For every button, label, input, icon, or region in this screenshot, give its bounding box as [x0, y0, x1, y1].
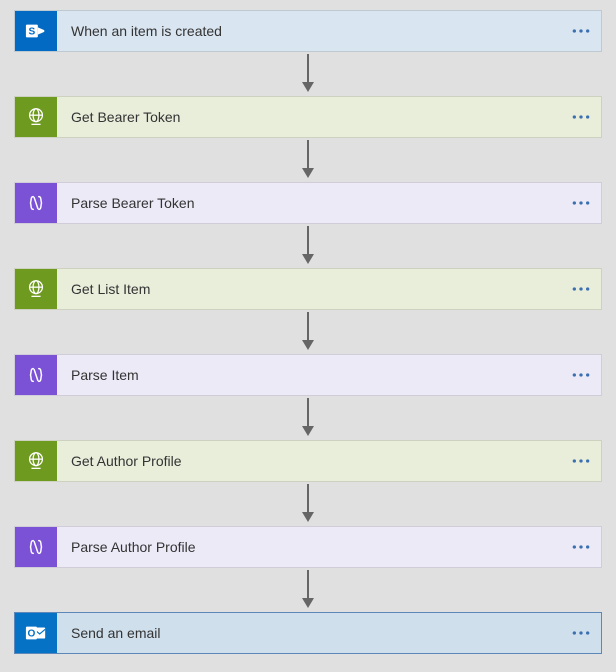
flow-arrow: [14, 568, 602, 612]
sharepoint-icon: S: [15, 11, 57, 51]
flow-arrow: [14, 310, 602, 354]
step-label: Parse Author Profile: [57, 527, 561, 567]
step-label: Parse Item: [57, 355, 561, 395]
flow-step-send-email[interactable]: O Send an email: [14, 612, 602, 654]
svg-text:S: S: [29, 27, 36, 38]
json-braces-icon: [15, 355, 57, 395]
flow-step-get-author-profile[interactable]: Get Author Profile: [14, 440, 602, 482]
step-menu-button[interactable]: [561, 613, 601, 653]
globe-icon: [15, 269, 57, 309]
json-braces-icon: [15, 183, 57, 223]
step-label: Get Author Profile: [57, 441, 561, 481]
step-menu-button[interactable]: [561, 11, 601, 51]
flow-step-parse-bearer-token[interactable]: Parse Bearer Token: [14, 182, 602, 224]
step-label: When an item is created: [57, 11, 561, 51]
flow-arrow: [14, 224, 602, 268]
step-label: Get Bearer Token: [57, 97, 561, 137]
globe-icon: [15, 441, 57, 481]
step-menu-button[interactable]: [561, 183, 601, 223]
flow-step-parse-author-profile[interactable]: Parse Author Profile: [14, 526, 602, 568]
flow-step-get-list-item[interactable]: Get List Item: [14, 268, 602, 310]
globe-icon: [15, 97, 57, 137]
flow-step-trigger[interactable]: S When an item is created: [14, 10, 602, 52]
flow-arrow: [14, 52, 602, 96]
step-menu-button[interactable]: [561, 97, 601, 137]
flow-arrow: [14, 482, 602, 526]
step-label: Send an email: [57, 613, 561, 653]
flow-step-parse-item[interactable]: Parse Item: [14, 354, 602, 396]
flow-step-get-bearer-token[interactable]: Get Bearer Token: [14, 96, 602, 138]
outlook-icon: O: [15, 613, 57, 653]
step-menu-button[interactable]: [561, 441, 601, 481]
step-menu-button[interactable]: [561, 355, 601, 395]
svg-text:O: O: [27, 629, 35, 640]
flow-arrow: [14, 138, 602, 182]
step-menu-button[interactable]: [561, 269, 601, 309]
step-label: Get List Item: [57, 269, 561, 309]
json-braces-icon: [15, 527, 57, 567]
flow-arrow: [14, 396, 602, 440]
step-label: Parse Bearer Token: [57, 183, 561, 223]
step-menu-button[interactable]: [561, 527, 601, 567]
